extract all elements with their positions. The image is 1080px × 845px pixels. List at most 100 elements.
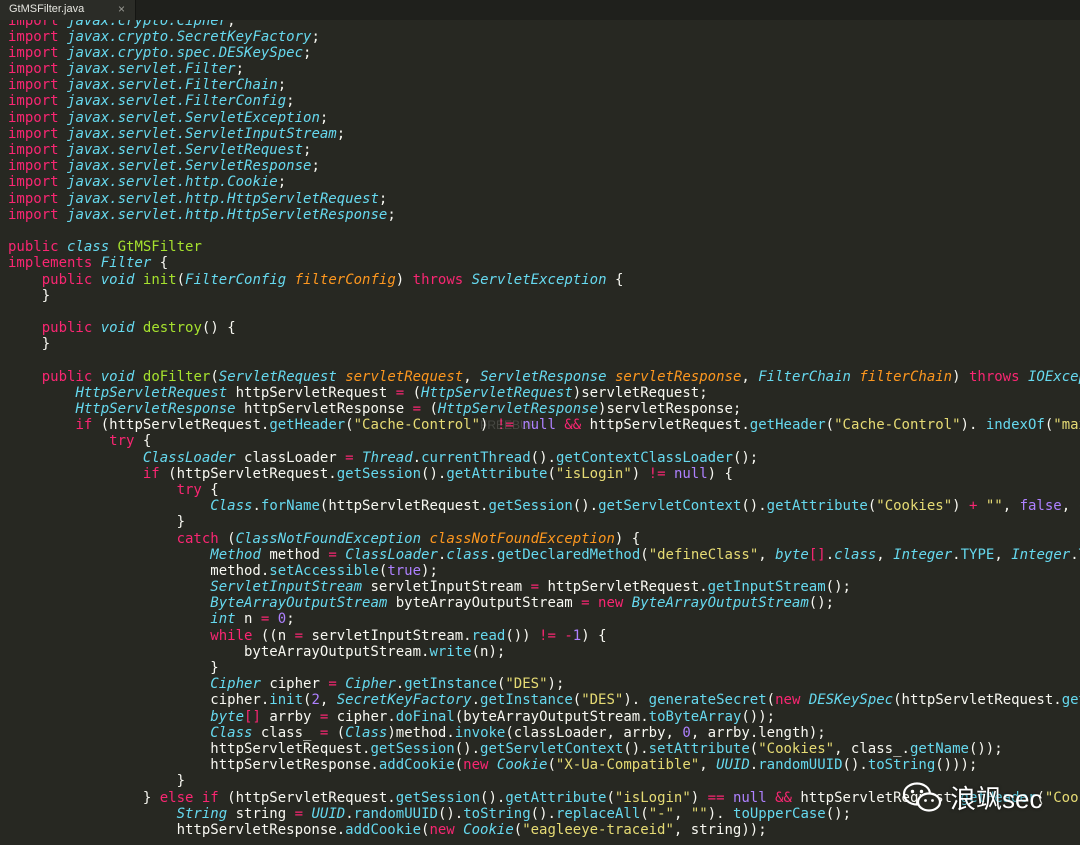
code-token: = <box>294 805 304 822</box>
code-token: . <box>395 676 405 693</box>
code-token: ( <box>513 821 523 838</box>
code-token: null <box>732 789 767 806</box>
code-token: throws <box>412 271 472 288</box>
tab-title: GtMSFilter.java <box>9 3 85 15</box>
code-line: HttpServletRequest httpServletRequest = … <box>8 385 1080 401</box>
code-token: GtMSFilter <box>117 239 202 256</box>
code-token: httpServletRequest. <box>539 579 708 596</box>
code-token: doFinal <box>395 708 455 725</box>
code-token: ; <box>227 20 236 29</box>
code-token: , <box>463 368 481 385</box>
code-token: toByteArray <box>648 708 742 725</box>
code-token: byte <box>775 546 809 563</box>
code-token: 0 <box>277 611 287 628</box>
code-token: Cookie <box>463 821 514 838</box>
code-line: byteArrayOutputStream.write(n); <box>8 644 1080 660</box>
code-token: , <box>699 757 717 774</box>
code-token: implements <box>8 255 101 272</box>
code-token: getDeclaredMethod <box>496 546 641 563</box>
code-token: )servletResponse; <box>598 401 742 417</box>
code-token: import <box>8 93 68 110</box>
code-token: getAttribute <box>766 498 868 515</box>
code-token: read <box>471 627 506 644</box>
code-token: } <box>8 660 219 676</box>
code-token: new <box>463 757 497 774</box>
code-token: void <box>100 271 143 288</box>
code-token: [] <box>244 708 270 725</box>
code-token: ())); <box>935 757 978 774</box>
code-token: import <box>8 20 68 29</box>
code-token: ServletRequest <box>218 368 346 385</box>
code-line: ClassLoader classLoader = Thread.current… <box>8 450 1080 466</box>
code-token: ()); <box>968 740 1003 757</box>
code-token: (); <box>808 595 835 612</box>
code-token: getSession <box>488 498 573 515</box>
code-token: (). <box>530 805 556 822</box>
code-token: import <box>8 158 68 175</box>
code-token: "isLogin" <box>614 789 691 806</box>
code-token: ) <box>952 498 969 515</box>
code-token: (classLoader, arrby, <box>505 724 683 741</box>
code-token: Class <box>345 724 388 741</box>
code-token: (byteArrayOutputStream. <box>454 708 649 725</box>
code-token: [] <box>808 546 826 563</box>
code-token: , <box>319 692 337 709</box>
code-token: ( <box>176 271 186 288</box>
code-token: getAttribute <box>446 465 548 482</box>
code-line: catch (ClassNotFoundException classNotFo… <box>8 531 1080 547</box>
code-token: new <box>429 821 464 838</box>
code-token: . <box>488 546 497 563</box>
editor-tab[interactable]: GtMSFilter.java × <box>0 0 136 20</box>
code-token: ( <box>606 789 615 806</box>
code-token: && <box>564 417 582 434</box>
code-token: )method. <box>387 724 455 741</box>
code-token: javax.servlet.http.Cookie <box>67 174 278 191</box>
code-token: ( <box>227 530 236 547</box>
code-token: ( <box>1036 789 1045 806</box>
code-token: n <box>244 611 261 628</box>
code-token: ( <box>547 757 556 774</box>
code-token: class <box>446 546 489 563</box>
code-token: (). <box>623 740 649 757</box>
code-token: getInstance <box>404 676 497 693</box>
code-token: generateSecret <box>648 692 767 709</box>
code-line: import javax.servlet.ServletResponse; <box>8 158 1080 174</box>
code-token: Integer <box>1011 546 1071 563</box>
code-token: ; <box>311 28 320 45</box>
code-token: ) <box>480 417 497 434</box>
code-token: , <box>1002 498 1020 515</box>
code-token: ; <box>277 174 287 191</box>
code-token: (). <box>480 789 506 806</box>
code-token: , string)); <box>673 821 767 838</box>
code-token: byte <box>210 708 245 725</box>
code-token: doFilter <box>142 368 211 385</box>
code-token: Class <box>210 498 253 515</box>
code-token: (). <box>741 498 767 515</box>
code-editor[interactable]: import javax.crypto.Cipher; import javax.… <box>0 20 1080 845</box>
code-token: (); <box>732 449 759 466</box>
code-token: import <box>8 190 68 207</box>
code-token: javax.servlet.FilterChain <box>67 77 278 94</box>
code-token: SecretKeyFactory <box>336 692 472 709</box>
code-token: ) { <box>707 465 733 482</box>
code-token: servletRequest <box>345 368 464 385</box>
code-token: httpServletResponse. <box>8 757 379 774</box>
code-token: getHeader <box>269 417 346 434</box>
close-icon[interactable]: × <box>118 2 125 16</box>
code-token: void <box>100 320 143 337</box>
code-line: import javax.servlet.ServletInputStream; <box>8 126 1080 142</box>
code-token: null <box>673 465 708 482</box>
